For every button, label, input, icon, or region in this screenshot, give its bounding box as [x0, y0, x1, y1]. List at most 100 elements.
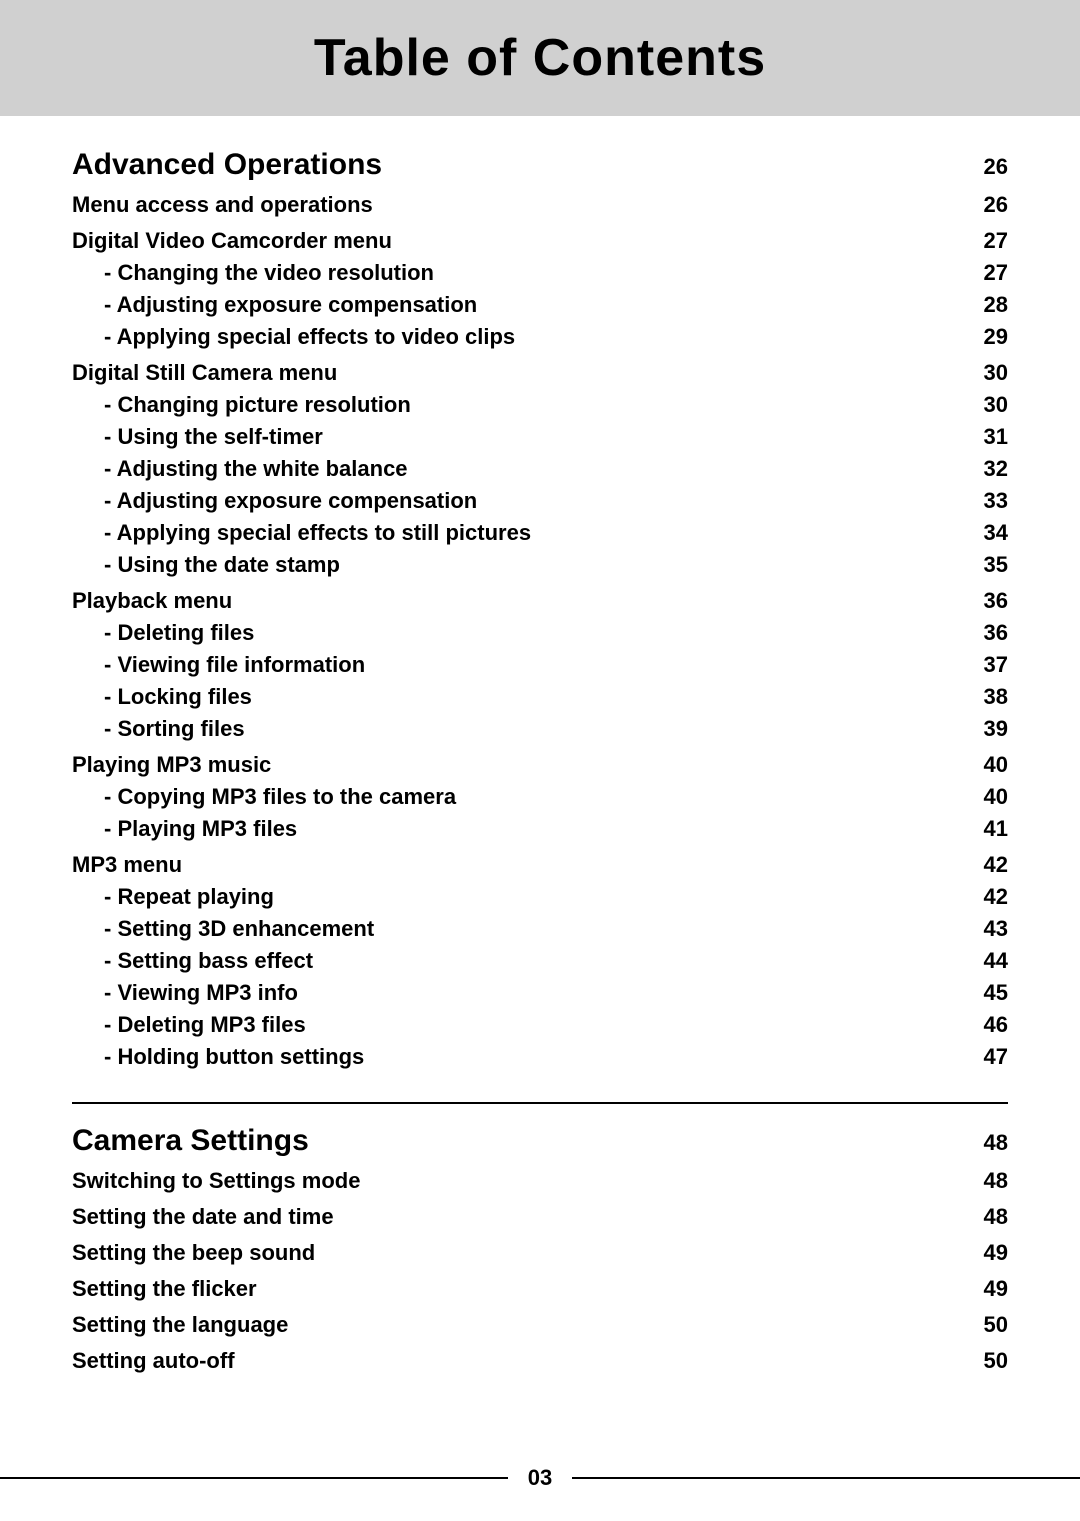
toc-page-number: 37	[958, 652, 1008, 678]
toc-row: Menu access and operations26	[72, 192, 1008, 218]
toc-row: Camera Settings48	[72, 1124, 1008, 1158]
toc-row: Setting the beep sound49	[72, 1240, 1008, 1266]
toc-label: - Holding button settings	[72, 1044, 958, 1070]
toc-row: - Setting 3D enhancement43	[72, 916, 1008, 942]
toc-page-number: 33	[958, 488, 1008, 514]
toc-row: Advanced Operations26	[72, 148, 1008, 182]
toc-label: Digital Still Camera menu	[72, 360, 958, 386]
toc-row: - Deleting MP3 files46	[72, 1012, 1008, 1038]
toc-row: - Changing the video resolution27	[72, 260, 1008, 286]
toc-row: - Holding button settings47	[72, 1044, 1008, 1070]
toc-page-number: 43	[958, 916, 1008, 942]
toc-label: Advanced Operations	[72, 148, 958, 182]
page: Table of Contents Advanced Operations26 M…	[0, 0, 1080, 1521]
toc-page-number: 49	[958, 1240, 1008, 1266]
section-divider	[72, 1102, 1008, 1104]
toc-page-number: 50	[958, 1312, 1008, 1338]
toc-row: Setting auto-off50	[72, 1348, 1008, 1374]
toc-page-number: 39	[958, 716, 1008, 742]
toc-label: - Changing picture resolution	[72, 392, 958, 418]
toc-row: - Sorting files39	[72, 716, 1008, 742]
toc-page-number: 32	[958, 456, 1008, 482]
toc-page-number: 31	[958, 424, 1008, 450]
toc-page-number: 47	[958, 1044, 1008, 1070]
toc-label: - Setting bass effect	[72, 948, 958, 974]
toc-page-number: 49	[958, 1276, 1008, 1302]
toc-label: - Changing the video resolution	[72, 260, 958, 286]
toc-label: Digital Video Camcorder menu	[72, 228, 958, 254]
toc-row: - Copying MP3 files to the camera40	[72, 784, 1008, 810]
toc-row: Setting the date and time48	[72, 1204, 1008, 1230]
toc-label: - Setting 3D enhancement	[72, 916, 958, 942]
toc-page-number: 36	[958, 588, 1008, 614]
toc-page-number: 40	[958, 784, 1008, 810]
toc-label: - Viewing file information	[72, 652, 958, 678]
toc-page-number: 41	[958, 816, 1008, 842]
toc-page-number: 44	[958, 948, 1008, 974]
toc-label: Setting the date and time	[72, 1204, 958, 1230]
toc-label: Playback menu	[72, 588, 958, 614]
toc-label: Setting the flicker	[72, 1276, 958, 1302]
toc-label: - Sorting files	[72, 716, 958, 742]
toc-page-number: 30	[958, 392, 1008, 418]
toc-row: Switching to Settings mode48	[72, 1168, 1008, 1194]
toc-label: MP3 menu	[72, 852, 958, 878]
toc-label: Switching to Settings mode	[72, 1168, 958, 1194]
toc-label: Camera Settings	[72, 1124, 958, 1158]
toc-label: - Adjusting exposure compensation	[72, 488, 958, 514]
toc-row: - Setting bass effect44	[72, 948, 1008, 974]
toc-row: - Locking files38	[72, 684, 1008, 710]
toc-page-number: 46	[958, 1012, 1008, 1038]
toc-page-number: 36	[958, 620, 1008, 646]
toc-page-number: 48	[958, 1130, 1008, 1156]
toc-label: Setting the language	[72, 1312, 958, 1338]
toc-label: - Repeat playing	[72, 884, 958, 910]
footer-page-number: 03	[520, 1465, 560, 1491]
toc-row: - Using the self-timer31	[72, 424, 1008, 450]
toc-row: - Adjusting exposure compensation28	[72, 292, 1008, 318]
toc-row: - Changing picture resolution30	[72, 392, 1008, 418]
toc-label: Setting auto-off	[72, 1348, 958, 1374]
toc-page-number: 35	[958, 552, 1008, 578]
footer-left-rule	[0, 1477, 508, 1479]
toc-page-number: 27	[958, 260, 1008, 286]
footer-right-rule	[572, 1477, 1080, 1479]
toc-row: - Viewing MP3 info45	[72, 980, 1008, 1006]
toc-row: - Playing MP3 files41	[72, 816, 1008, 842]
toc-page-number: 30	[958, 360, 1008, 386]
toc-label: - Viewing MP3 info	[72, 980, 958, 1006]
toc-page-number: 28	[958, 292, 1008, 318]
toc-label: - Applying special effects to still pict…	[72, 520, 958, 546]
toc-page-number: 27	[958, 228, 1008, 254]
toc-row: - Repeat playing42	[72, 884, 1008, 910]
toc-label: - Deleting MP3 files	[72, 1012, 958, 1038]
toc-row: - Adjusting exposure compensation33	[72, 488, 1008, 514]
toc-row: - Using the date stamp35	[72, 552, 1008, 578]
toc-label: - Applying special effects to video clip…	[72, 324, 958, 350]
toc-page-number: 29	[958, 324, 1008, 350]
toc-row: Digital Still Camera menu30	[72, 360, 1008, 386]
toc-page-number: 45	[958, 980, 1008, 1006]
toc-label: - Copying MP3 files to the camera	[72, 784, 958, 810]
toc-row: Playing MP3 music40	[72, 752, 1008, 778]
toc-page-number: 42	[958, 884, 1008, 910]
toc-page-number: 48	[958, 1168, 1008, 1194]
toc-content: Advanced Operations26 Menu access and ope…	[0, 148, 1080, 1374]
toc-row: Digital Video Camcorder menu27	[72, 228, 1008, 254]
toc-row: - Applying special effects to video clip…	[72, 324, 1008, 350]
toc-row: - Applying special effects to still pict…	[72, 520, 1008, 546]
title-bar: Table of Contents	[0, 0, 1080, 116]
page-title: Table of Contents	[0, 28, 1080, 88]
toc-page-number: 50	[958, 1348, 1008, 1374]
toc-label: - Adjusting the white balance	[72, 456, 958, 482]
toc-row: Setting the language50	[72, 1312, 1008, 1338]
toc-row: Setting the flicker49	[72, 1276, 1008, 1302]
toc-page-number: 34	[958, 520, 1008, 546]
toc-page-number: 40	[958, 752, 1008, 778]
toc-label: - Deleting files	[72, 620, 958, 646]
toc-row: MP3 menu42	[72, 852, 1008, 878]
toc-page-number: 26	[958, 154, 1008, 180]
toc-label: Playing MP3 music	[72, 752, 958, 778]
toc-label: - Locking files	[72, 684, 958, 710]
footer: 03	[0, 1465, 1080, 1491]
